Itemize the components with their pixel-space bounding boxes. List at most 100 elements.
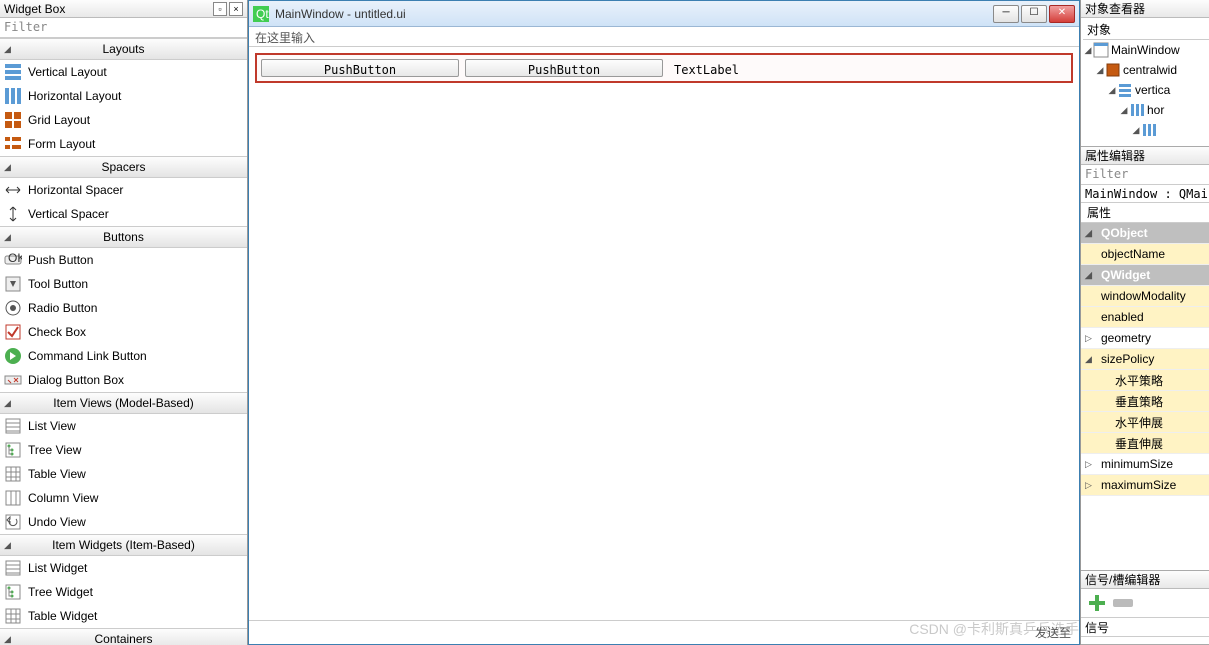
- expand-icon[interactable]: ◢: [1119, 105, 1129, 116]
- property-row--[interactable]: 水平策略: [1081, 370, 1209, 391]
- selected-horizontal-layout[interactable]: PushButton PushButton TextLabel: [255, 53, 1073, 83]
- category-spacers[interactable]: ◢Spacers: [0, 156, 247, 178]
- add-connection-button[interactable]: [1087, 593, 1107, 613]
- widget-vertical-layout[interactable]: Vertical Layout: [0, 60, 247, 84]
- property-row-sizePolicy[interactable]: ◢sizePolicy: [1081, 349, 1209, 370]
- property-col-name[interactable]: 属性: [1081, 203, 1209, 223]
- widget-label: Tool Button: [28, 277, 88, 291]
- object-tree-item[interactable]: ◢centralwid: [1083, 60, 1209, 80]
- property-name: 水平伸展: [1111, 414, 1163, 431]
- widget-table-view[interactable]: Table View: [0, 462, 247, 486]
- dock-close-button[interactable]: ×: [229, 2, 243, 16]
- signal-slot-title: 信号/槽编辑器: [1081, 571, 1209, 589]
- widget-command-link-button[interactable]: Command Link Button: [0, 344, 247, 368]
- property-row-enabled[interactable]: enabled: [1081, 307, 1209, 328]
- expand-icon: ◢: [4, 634, 11, 645]
- property-row--[interactable]: 垂直伸展: [1081, 433, 1209, 454]
- widget-grid-layout[interactable]: Grid Layout: [0, 108, 247, 132]
- expand-icon[interactable]: ◢: [1095, 65, 1105, 76]
- expand-icon: ◢: [4, 162, 11, 173]
- widget-tree-widget[interactable]: Tree Widget: [0, 580, 247, 604]
- property-row-objectName[interactable]: objectName: [1081, 244, 1209, 265]
- property-row-windowModality[interactable]: windowModality: [1081, 286, 1209, 307]
- widget-form-layout[interactable]: Form Layout: [0, 132, 247, 156]
- tool-button-icon: [4, 275, 22, 293]
- property-row-geometry[interactable]: ▷geometry: [1081, 328, 1209, 349]
- expand-icon[interactable]: ▷: [1085, 459, 1097, 470]
- property-filter-input[interactable]: Filter: [1081, 165, 1209, 185]
- property-row-minimumSize[interactable]: ▷minimumSize: [1081, 454, 1209, 475]
- design-surface[interactable]: PushButton PushButton TextLabel: [249, 47, 1079, 620]
- property-row-maximumSize[interactable]: ▷maximumSize: [1081, 475, 1209, 496]
- menubar-type-here[interactable]: 在这里输入: [249, 27, 1079, 47]
- widget-list-view[interactable]: List View: [0, 414, 247, 438]
- widget-table-widget[interactable]: Table Widget: [0, 604, 247, 628]
- expand-icon: ◢: [4, 44, 11, 55]
- maximize-button[interactable]: ☐: [1021, 5, 1047, 23]
- radio-button-icon: [4, 299, 22, 317]
- textlabel-1[interactable]: TextLabel: [669, 59, 1067, 77]
- object-tree-item[interactable]: ◢ vertica: [1083, 80, 1209, 100]
- widget-list-widget[interactable]: List Widget: [0, 556, 247, 580]
- category-item-views-model-based-[interactable]: ◢Item Views (Model-Based): [0, 392, 247, 414]
- dock-float-button[interactable]: ▫: [213, 2, 227, 16]
- push-button-icon: OK: [4, 251, 22, 269]
- widget-box-filter-input[interactable]: Filter: [0, 18, 247, 38]
- property-name: QObject: [1097, 226, 1148, 240]
- widget-horizontal-layout[interactable]: Horizontal Layout: [0, 84, 247, 108]
- expand-icon: ◢: [4, 398, 11, 409]
- object-tree-item[interactable]: ◢MainWindow: [1083, 40, 1209, 60]
- property-row-QObject[interactable]: ◢QObject: [1081, 223, 1209, 244]
- object-tree-item[interactable]: ◢: [1083, 120, 1209, 140]
- object-tree-item[interactable]: ◢hor: [1083, 100, 1209, 120]
- widget-undo-view[interactable]: Undo View: [0, 510, 247, 534]
- expand-icon[interactable]: ◢: [1107, 85, 1117, 96]
- pushbutton-1[interactable]: PushButton: [261, 59, 459, 77]
- widget-column-view[interactable]: Column View: [0, 486, 247, 510]
- right-docks: 对象查看器 对象 ◢MainWindow◢centralwid◢vertica◢…: [1081, 0, 1209, 645]
- widget-tool-button[interactable]: Tool Button: [0, 272, 247, 296]
- category-containers[interactable]: ◢Containers: [0, 628, 247, 645]
- expand-icon[interactable]: ◢: [1085, 270, 1097, 281]
- send-to-label[interactable]: 发送至: [1035, 624, 1071, 641]
- property-name: objectName: [1097, 247, 1165, 261]
- widget-label: Vertical Spacer: [28, 207, 109, 221]
- widget-push-button[interactable]: OKPush Button: [0, 248, 247, 272]
- close-button[interactable]: ✕: [1049, 5, 1075, 23]
- category-buttons[interactable]: ◢Buttons: [0, 226, 247, 248]
- list-widget-icon: [4, 559, 22, 577]
- expand-icon[interactable]: ◢: [1131, 125, 1141, 136]
- property-row--[interactable]: 水平伸展: [1081, 412, 1209, 433]
- expand-icon[interactable]: ◢: [1083, 45, 1093, 56]
- signal-slot-col[interactable]: 信号: [1081, 617, 1209, 637]
- object-name: vertica: [1135, 83, 1170, 97]
- property-row--[interactable]: 垂直策略: [1081, 391, 1209, 412]
- vertical-layout-icon: [4, 63, 22, 81]
- widget-check-box[interactable]: Check Box: [0, 320, 247, 344]
- expand-icon[interactable]: ◢: [1085, 354, 1097, 365]
- widget-label: Check Box: [28, 325, 86, 339]
- property-editor: Filter MainWindow : QMainWin 属性 ◢QObject…: [1081, 165, 1209, 571]
- minimize-button[interactable]: ─: [993, 5, 1019, 23]
- expand-icon[interactable]: ◢: [1085, 228, 1097, 239]
- pushbutton-2[interactable]: PushButton: [465, 59, 663, 77]
- expand-icon[interactable]: ▷: [1085, 333, 1097, 344]
- widget-dialog-button-box[interactable]: Dialog Button Box: [0, 368, 247, 392]
- expand-icon[interactable]: ▷: [1085, 480, 1097, 491]
- property-row-QWidget[interactable]: ◢QWidget: [1081, 265, 1209, 286]
- category-item-widgets-item-based-[interactable]: ◢Item Widgets (Item-Based): [0, 534, 247, 556]
- widget-radio-button[interactable]: Radio Button: [0, 296, 247, 320]
- property-name: maximumSize: [1097, 478, 1176, 492]
- widget-box-title: Widget Box: [4, 2, 211, 16]
- widget-label: Command Link Button: [28, 349, 147, 363]
- category-layouts[interactable]: ◢Layouts: [0, 38, 247, 60]
- widget-vertical-spacer[interactable]: Vertical Spacer: [0, 202, 247, 226]
- grid-layout-icon: [4, 111, 22, 129]
- object-inspector-col-object[interactable]: 对象: [1083, 20, 1209, 40]
- remove-connection-button[interactable]: [1113, 599, 1133, 607]
- widget-tree-view[interactable]: Tree View: [0, 438, 247, 462]
- form-layout-icon: [4, 135, 22, 153]
- widget-horizontal-spacer[interactable]: Horizontal Spacer: [0, 178, 247, 202]
- preview-statusbar: 发送至: [249, 620, 1079, 644]
- widget-box-panel: Widget Box ▫ × Filter ◢LayoutsVertical L…: [0, 0, 248, 645]
